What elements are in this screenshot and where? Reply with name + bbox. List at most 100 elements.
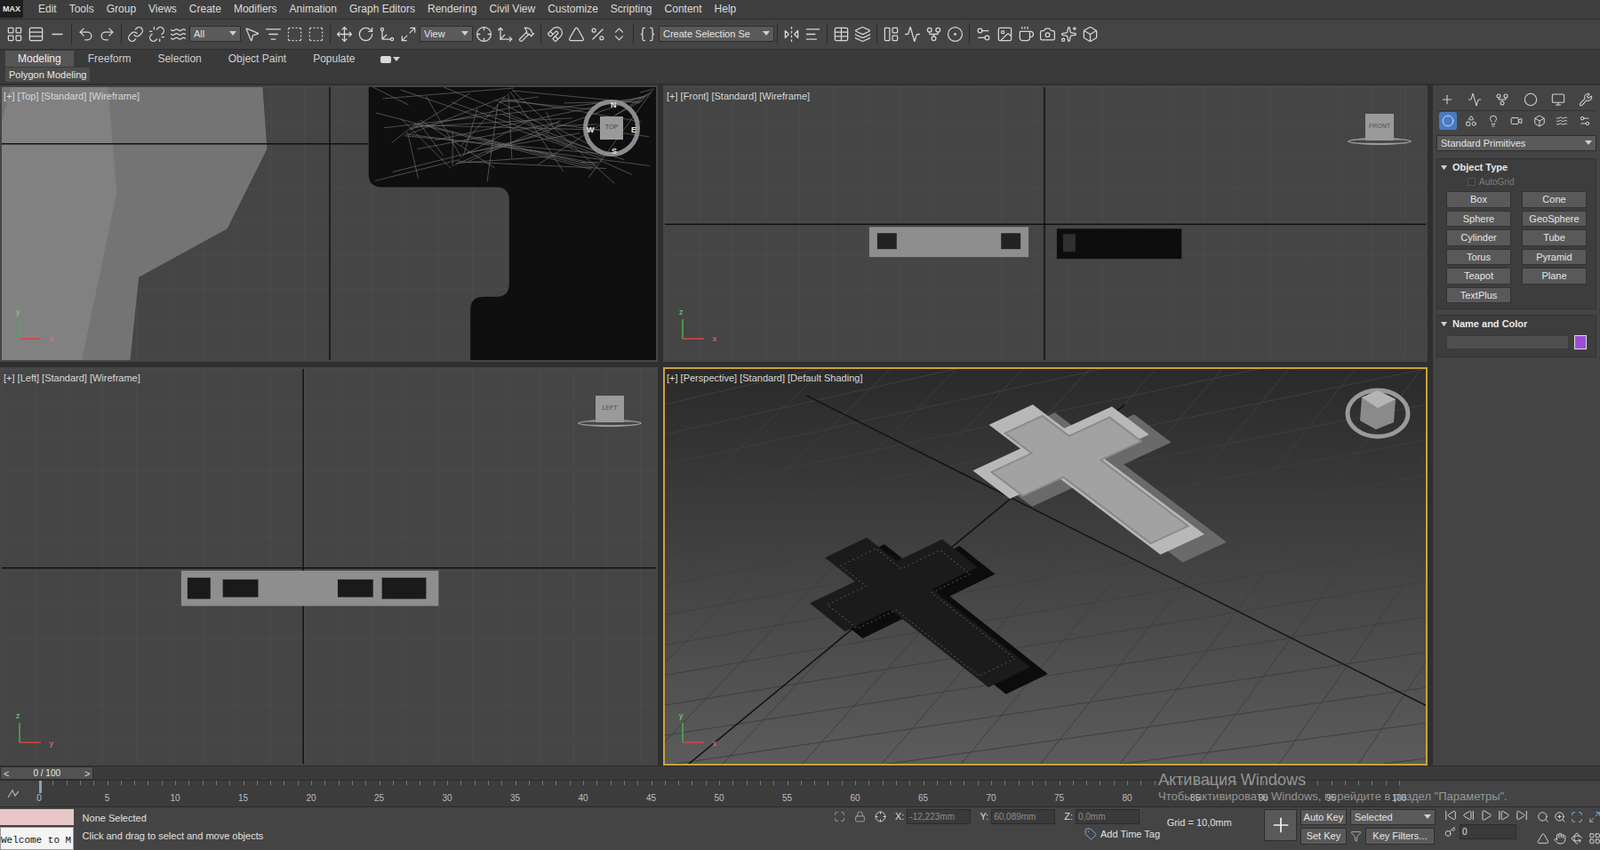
systems-icon[interactable] (1578, 114, 1592, 128)
previous-frame-icon[interactable] (1462, 808, 1475, 822)
viewport-label[interactable]: [+] [Perspective] [Standard] [Default Sh… (666, 370, 863, 386)
viewport-label[interactable]: [+] [Left] [Standard] [Wireframe] (3, 370, 141, 386)
helpers-icon[interactable] (1533, 114, 1546, 128)
menu-item[interactable]: Rendering (421, 0, 483, 17)
object-type-button[interactable]: Pyramid (1521, 248, 1587, 266)
viewport[interactable]: [+] [Top] [Standard] [Wireframe]NESWTOPy… (0, 85, 658, 362)
viewport-label[interactable]: [+] [Top] [Standard] [Wireframe] (3, 88, 140, 104)
modify-panel-icon[interactable] (1467, 92, 1482, 107)
schematic-view-icon[interactable] (925, 25, 943, 43)
scene-explorer-icon[interactable] (832, 25, 850, 43)
lights-icon[interactable] (1487, 114, 1500, 128)
viewport[interactable]: [+] [Front] [Standard] [Wireframe]FRONTz… (663, 85, 1428, 362)
object-type-button[interactable]: TextPlus (1446, 287, 1512, 304)
object-category-dropdown[interactable]: Standard Primitives (1436, 135, 1597, 152)
object-type-button[interactable]: GeoSphere (1521, 210, 1587, 228)
ribbon-tab[interactable]: Freeform (75, 50, 144, 67)
angle-snap-icon[interactable] (568, 25, 585, 43)
dash-icon[interactable] (48, 25, 66, 43)
orbit-icon[interactable] (1570, 832, 1584, 845)
zoom-icon[interactable] (1536, 810, 1550, 824)
y-coordinate-value[interactable]: 60,089mm (991, 808, 1056, 824)
time-tag-icon[interactable] (1084, 827, 1097, 840)
shapes-icon[interactable] (1464, 114, 1478, 128)
undo-icon[interactable] (77, 25, 95, 43)
motion-panel-icon[interactable] (1523, 92, 1538, 107)
object-type-button[interactable]: Torus (1446, 248, 1512, 266)
a360-icon[interactable] (1081, 25, 1099, 43)
play-icon[interactable] (1480, 808, 1493, 822)
viewport[interactable]: [+] [Perspective] [Standard] [Default Sh… (663, 367, 1428, 767)
rollout-header[interactable]: Name and Color (1437, 315, 1596, 332)
object-type-button[interactable]: Cone (1521, 191, 1587, 208)
menu-item[interactable]: Customize (541, 0, 605, 17)
snap-icon[interactable] (546, 25, 564, 43)
ribbon-rows-icon[interactable] (27, 25, 45, 43)
redo-icon[interactable] (98, 25, 116, 43)
render-cloud-icon[interactable] (1039, 25, 1056, 43)
named-selection-dropdown[interactable]: Create Selection Se (658, 25, 775, 43)
create-category[interactable] (1507, 112, 1526, 130)
time-slider-track[interactable]: <0 / 100> (0, 766, 1429, 780)
key-mode-dropdown[interactable]: Selected (1350, 808, 1436, 826)
track-bar-ruler[interactable]: 0510152025303540455055606570758085909510… (39, 780, 1400, 807)
viewcube[interactable]: LEFT (577, 395, 642, 427)
menu-item[interactable]: Animation (283, 0, 344, 17)
object-type-button[interactable]: Box (1446, 191, 1512, 208)
go-to-end-icon[interactable] (1515, 808, 1528, 822)
edit-named-selection-icon[interactable] (639, 25, 656, 43)
menu-item[interactable]: Views (142, 0, 184, 17)
next-frame-icon[interactable] (1497, 808, 1511, 822)
create-category[interactable] (1530, 112, 1549, 130)
render-setup-icon[interactable] (975, 25, 992, 43)
key-mode-icon[interactable] (1444, 825, 1456, 838)
reference-coordinate-dropdown[interactable]: View (419, 25, 473, 43)
ribbon-tab[interactable]: Selection (144, 50, 214, 67)
create-panel-icon[interactable] (1440, 92, 1455, 107)
menu-item[interactable]: Content (658, 0, 709, 17)
menu-item[interactable]: Scripting (604, 0, 659, 17)
viewport-label[interactable]: [+] [Front] [Standard] [Wireframe] (666, 88, 810, 104)
percent-snap-icon[interactable] (589, 25, 607, 43)
space-warps-icon[interactable] (1555, 114, 1568, 128)
scale-icon[interactable] (378, 25, 396, 43)
go-to-start-icon[interactable] (1444, 808, 1457, 822)
render-icon[interactable] (1017, 25, 1035, 43)
rectangle-selection-icon[interactable] (286, 25, 304, 43)
viewcube[interactable]: NESWTOP (583, 99, 640, 157)
create-category[interactable] (1462, 112, 1480, 130)
spinner-snap-icon[interactable] (610, 25, 628, 43)
time-slider-prev[interactable]: < (0, 766, 12, 782)
material-editor-icon[interactable] (946, 25, 964, 43)
key-filters-button[interactable]: Key Filters... (1365, 827, 1435, 845)
display-panel-icon[interactable] (1551, 92, 1566, 107)
select-object-icon[interactable] (243, 25, 261, 43)
zoom-extents-all-icon[interactable] (1588, 810, 1600, 824)
track-bar-menu[interactable] (0, 780, 27, 807)
viewcube[interactable]: FRONT (1347, 113, 1412, 145)
set-key-big-button[interactable] (1264, 808, 1297, 841)
zoom-all-icon[interactable] (1553, 810, 1567, 824)
create-category[interactable] (1552, 112, 1571, 130)
ribbon-tab[interactable]: Modeling (5, 50, 74, 67)
object-type-button[interactable]: Tube (1521, 229, 1587, 247)
field-of-view-icon[interactable] (1536, 832, 1550, 845)
menu-item[interactable]: Help (708, 0, 744, 17)
cameras-icon[interactable] (1510, 114, 1523, 128)
app-logo[interactable]: MAX (0, 0, 24, 18)
menu-item[interactable]: Create (183, 0, 228, 17)
listener-output[interactable] (0, 808, 74, 825)
create-category[interactable] (1576, 112, 1594, 130)
keyboard-shortcut-icon[interactable] (518, 25, 536, 43)
window-crossing-icon[interactable] (307, 25, 325, 43)
current-frame-field[interactable]: 0 (1459, 824, 1517, 840)
set-key-icon[interactable] (1269, 813, 1293, 837)
object-name-field[interactable] (1446, 335, 1569, 350)
create-category[interactable] (1484, 112, 1503, 130)
menu-item[interactable]: Edit (32, 0, 64, 17)
toggle-ribbon-icon[interactable] (882, 25, 900, 43)
selection-lock-icon[interactable] (854, 810, 866, 823)
add-time-tag[interactable]: Add Time Tag (1100, 826, 1160, 842)
select-by-name-icon[interactable] (264, 25, 282, 43)
unlink-icon[interactable] (148, 25, 166, 43)
